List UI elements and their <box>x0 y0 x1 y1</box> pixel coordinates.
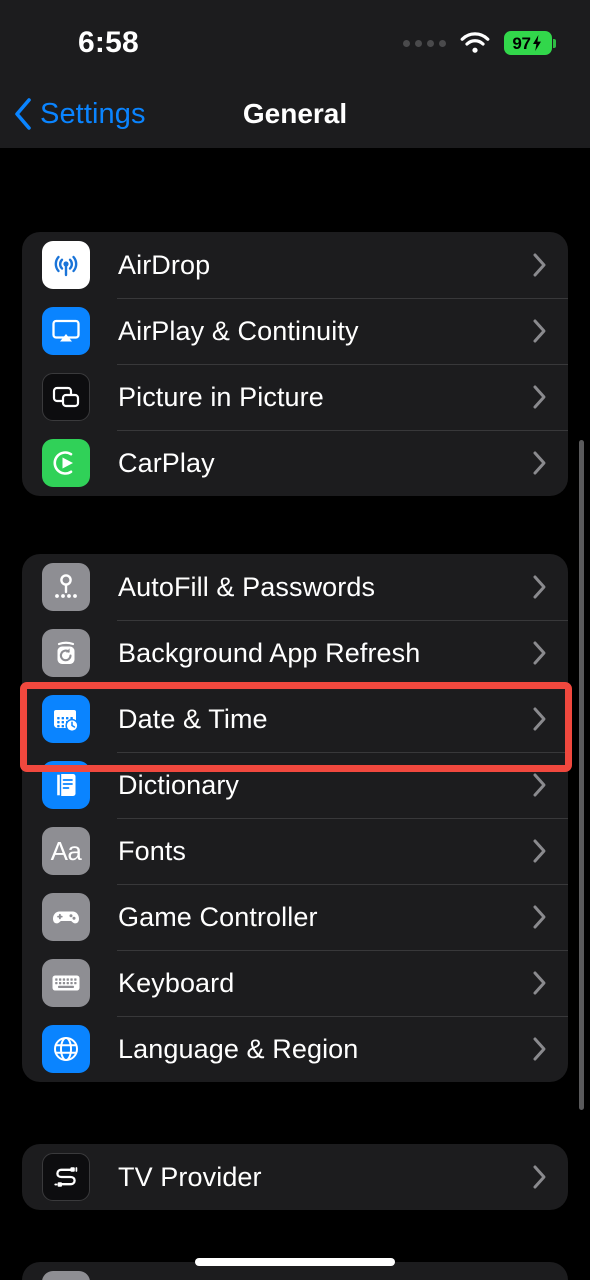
book-icon <box>42 761 90 809</box>
chevron-right-icon <box>533 839 546 863</box>
chevron-right-icon <box>533 451 546 475</box>
chevron-right-icon <box>533 253 546 277</box>
battery-cap <box>553 38 556 48</box>
back-button[interactable]: Settings <box>12 96 146 132</box>
status-bar-clock: 6:58 <box>78 26 139 59</box>
chevron-left-icon <box>15 98 31 130</box>
chevron-right-icon <box>533 773 546 797</box>
battery-percent-label: 97 <box>512 33 531 53</box>
settings-row-label: Dictionary <box>118 769 240 800</box>
status-bar: 6:58 97 <box>0 0 590 80</box>
home-indicator <box>195 1258 395 1266</box>
settings-group-tv-provider: TV Provider <box>22 1144 568 1210</box>
settings-row-airdrop[interactable]: AirDrop <box>22 232 568 298</box>
settings-scroll-content[interactable]: AppleCare & Warranty <box>0 0 590 1280</box>
settings-row-label: AutoFill & Passwords <box>118 571 376 602</box>
settings-row-label: Keyboard <box>118 967 235 998</box>
settings-row-label: Language & Region <box>118 1033 359 1064</box>
chevron-right-icon <box>533 385 546 409</box>
tv-provider-cable-icon <box>42 1153 90 1201</box>
navigation-bar: Settings General <box>0 80 590 148</box>
partial-icon <box>42 1271 90 1280</box>
carplay-icon <box>42 439 90 487</box>
settings-group-connectivity: AirDrop AirPlay & Continuity Picture in … <box>22 232 568 496</box>
calendar-clock-icon <box>42 695 90 743</box>
refresh-icon <box>42 629 90 677</box>
settings-row-date-time[interactable]: Date & Time <box>22 686 568 752</box>
chevron-right-icon <box>533 971 546 995</box>
back-button-label: Settings <box>40 97 146 130</box>
settings-row-label: Picture in Picture <box>118 381 324 412</box>
settings-row-tv-provider[interactable]: TV Provider <box>22 1144 568 1210</box>
scroll-indicator[interactable] <box>579 440 584 1110</box>
chevron-right-icon <box>533 641 546 665</box>
status-bar-indicators: 97 <box>402 31 556 55</box>
airdrop-icon <box>42 241 90 289</box>
settings-row-dictionary[interactable]: Dictionary <box>22 752 568 818</box>
globe-icon <box>42 1025 90 1073</box>
settings-row-carplay[interactable]: CarPlay <box>22 430 568 496</box>
picture-in-picture-icon <box>42 373 90 421</box>
chevron-right-icon <box>533 575 546 599</box>
gamepad-icon <box>42 893 90 941</box>
keyboard-icon <box>42 959 90 1007</box>
settings-row-label: AirPlay & Continuity <box>118 315 359 346</box>
cellular-dots-icon <box>402 39 446 47</box>
settings-row-game-controller[interactable]: Game Controller <box>22 884 568 950</box>
settings-row-picture-in-picture[interactable]: Picture in Picture <box>22 364 568 430</box>
settings-row-label: CarPlay <box>118 447 215 478</box>
settings-row-background-app-refresh[interactable]: Background App Refresh <box>22 620 568 686</box>
battery-indicator: 97 <box>503 31 556 55</box>
settings-row-label: Date & Time <box>118 703 268 734</box>
settings-row-language-region[interactable]: Language & Region <box>22 1016 568 1082</box>
lightning-bolt-icon <box>532 35 541 51</box>
settings-row-label: Fonts <box>118 835 187 866</box>
chevron-right-icon <box>533 319 546 343</box>
settings-row-airplay-continuity[interactable]: AirPlay & Continuity <box>22 298 568 364</box>
settings-row-label: Background App Refresh <box>118 637 421 668</box>
key-icon <box>42 563 90 611</box>
wifi-icon <box>460 32 490 54</box>
settings-row-label: AirDrop <box>118 249 211 280</box>
settings-row-autofill-passwords[interactable]: AutoFill & Passwords <box>22 554 568 620</box>
airplay-icon <box>42 307 90 355</box>
settings-row-label: Game Controller <box>118 901 318 932</box>
chevron-right-icon <box>533 707 546 731</box>
chevron-right-icon <box>533 905 546 929</box>
settings-row-label: TV Provider <box>118 1161 262 1192</box>
settings-group-system: AutoFill & Passwords Background App Refr… <box>22 554 568 1082</box>
chevron-right-icon <box>533 1037 546 1061</box>
fonts-glyph: Aa <box>50 836 82 866</box>
iphone-screen: AppleCare & Warranty <box>0 0 590 1280</box>
fonts-aa-icon: Aa <box>42 827 90 875</box>
settings-row-fonts[interactable]: Aa Fonts <box>22 818 568 884</box>
settings-row-keyboard[interactable]: Keyboard <box>22 950 568 1016</box>
chevron-right-icon <box>533 1165 546 1189</box>
